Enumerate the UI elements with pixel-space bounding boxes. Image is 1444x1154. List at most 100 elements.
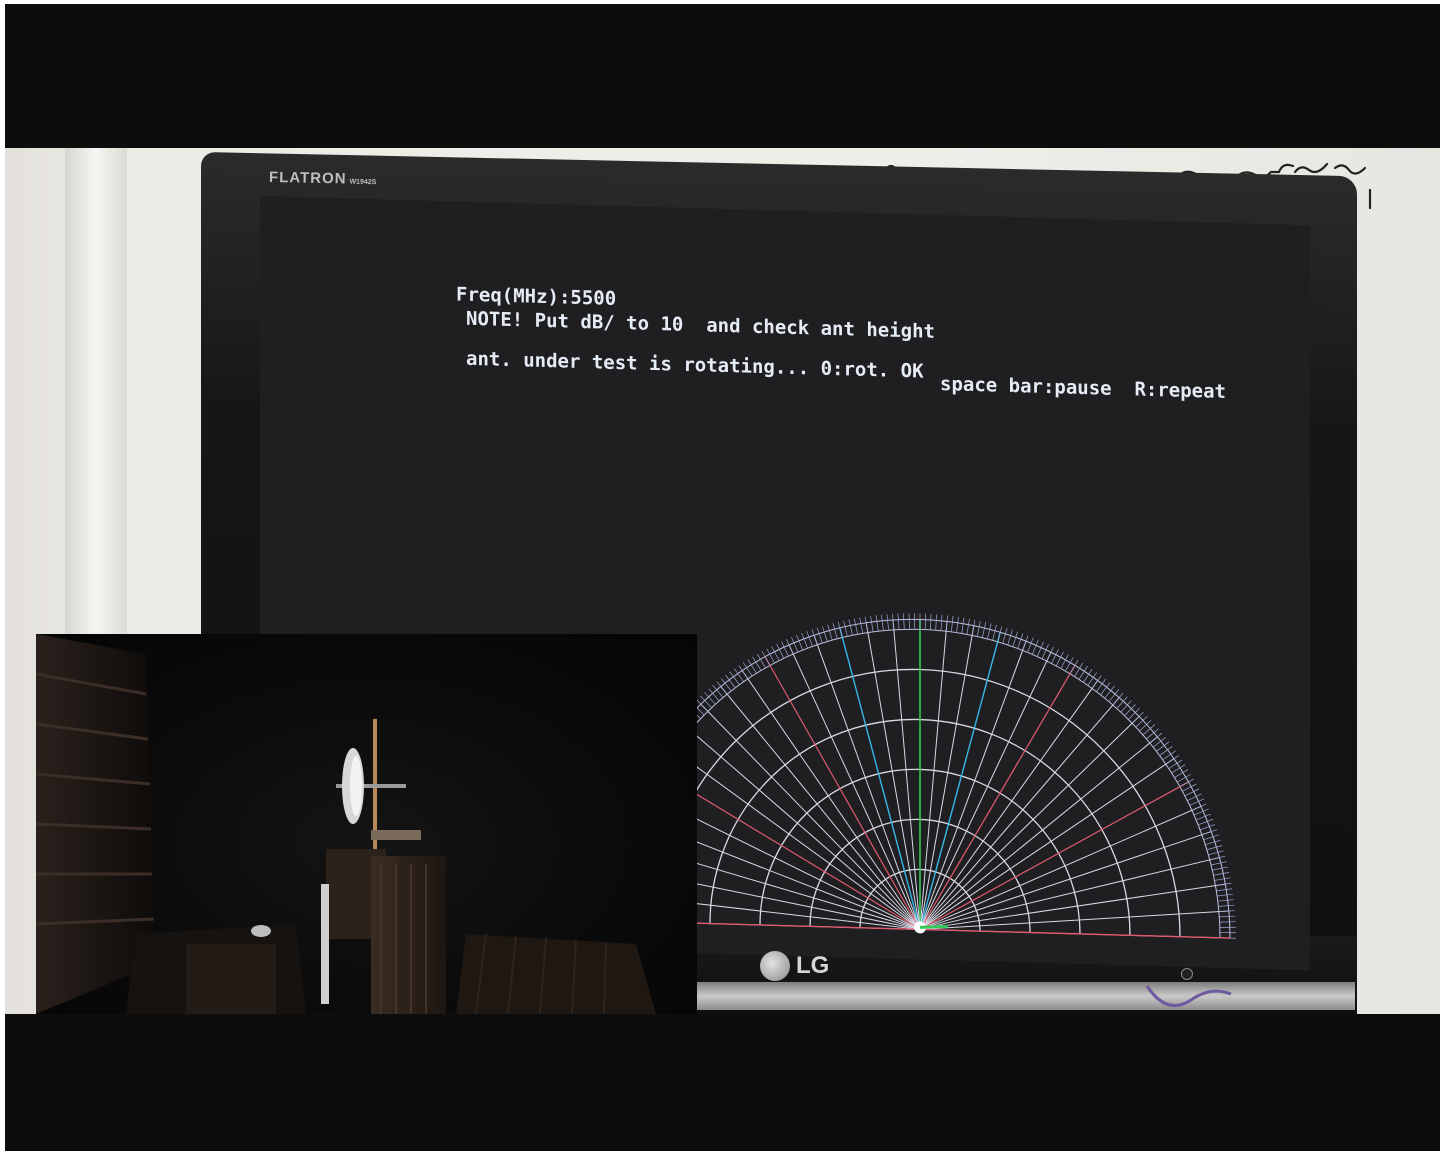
polar-grid-tick bbox=[761, 651, 771, 666]
polar-grid-tick bbox=[1051, 649, 1059, 664]
polar-grid-tick bbox=[903, 613, 905, 630]
polar-grid-tick bbox=[1012, 631, 1018, 647]
polar-grid-tick bbox=[1032, 639, 1039, 655]
polar-grid-spoke bbox=[682, 723, 921, 930]
polar-grid-tick bbox=[776, 643, 785, 659]
polar-grid-tick bbox=[796, 634, 804, 651]
polar-grid-tick bbox=[908, 613, 910, 630]
polar-grid-tick bbox=[1193, 808, 1209, 816]
polar-grid-tick bbox=[1189, 798, 1205, 806]
polar-grid-tick bbox=[1216, 888, 1233, 892]
polar-grid-tick bbox=[786, 639, 794, 655]
polar-grid-spoke bbox=[665, 744, 921, 930]
lg-logo: LG bbox=[760, 948, 829, 984]
polar-grid-tick bbox=[881, 614, 884, 631]
polar-grid-tick bbox=[1206, 845, 1223, 851]
polar-grid-tick bbox=[1191, 803, 1207, 811]
polar-grid-tick bbox=[843, 620, 848, 637]
polar-grid-spoke bbox=[919, 697, 1120, 930]
polar-grid-tick bbox=[696, 699, 709, 712]
polar-grid-tick bbox=[781, 641, 789, 657]
polar-grid-spoke bbox=[788, 644, 921, 930]
polar-grid-spoke bbox=[865, 622, 921, 930]
polar-grid-tick bbox=[1215, 882, 1232, 886]
polar-trace-start bbox=[919, 924, 949, 929]
polar-grid-tick bbox=[1017, 633, 1024, 649]
polar-grid-tick bbox=[1218, 910, 1235, 912]
power-button[interactable] bbox=[1181, 968, 1193, 980]
polar-grid-tick bbox=[837, 621, 843, 638]
monitor-base-rim bbox=[695, 982, 1355, 1010]
polar-grid-tick bbox=[859, 617, 864, 634]
brand-flatron-text: FLATRON bbox=[268, 168, 347, 188]
polar-grid-tick bbox=[1219, 926, 1236, 928]
polar-grid-tick bbox=[1179, 778, 1194, 788]
polar-grid-tick bbox=[1214, 877, 1231, 881]
polar-grid-tick bbox=[992, 624, 997, 641]
polar-grid-tick bbox=[997, 626, 1003, 642]
polar-grid-tick bbox=[853, 618, 858, 635]
polar-grid-tick bbox=[897, 613, 900, 630]
inset-video-antenna bbox=[36, 634, 697, 1014]
lg-logo-text: LG bbox=[796, 952, 830, 979]
polar-grid-tick bbox=[822, 626, 828, 642]
monitor-brand-label: FLATRON W1942S bbox=[269, 169, 377, 188]
polar-grid-spoke bbox=[919, 621, 948, 930]
polar-grid-tick bbox=[886, 614, 889, 631]
polar-grid-tick bbox=[1002, 628, 1008, 644]
polar-grid-tick bbox=[1184, 788, 1200, 797]
polar-grid-tick bbox=[1212, 866, 1228, 871]
polar-grid-tick bbox=[801, 633, 808, 649]
polar-grid-spoke bbox=[919, 805, 1202, 930]
polar-grid-tick bbox=[1201, 829, 1218, 836]
polar-grid-tick bbox=[930, 613, 932, 630]
polar-grid-tick bbox=[1219, 932, 1236, 934]
polar-grid-tick bbox=[1196, 813, 1212, 821]
polar-grid-tick bbox=[1187, 793, 1202, 802]
video-frame: FLATRON W1942S Freq(MHz):5500 NOTE! Put d… bbox=[5, 4, 1440, 1151]
polar-grid-tick bbox=[971, 619, 976, 636]
polar-grid-tick bbox=[956, 616, 959, 633]
polar-grid-tick bbox=[951, 616, 954, 633]
polar-grid-tick bbox=[1203, 834, 1219, 841]
polar-grid-tick bbox=[1041, 644, 1049, 659]
polar-grid-tick bbox=[811, 629, 818, 645]
polar-grid-tick bbox=[1027, 637, 1034, 653]
polar-grid-tick bbox=[864, 616, 869, 633]
brand-model-text: W1942S bbox=[349, 178, 377, 187]
polar-grid-tick bbox=[1209, 855, 1226, 861]
polar-grid-tick bbox=[832, 623, 838, 639]
polar-grid-tick bbox=[1208, 850, 1224, 856]
polar-grid-tick bbox=[806, 631, 813, 647]
polar-grid-tick bbox=[987, 623, 992, 640]
polar-grid-tick bbox=[1022, 635, 1029, 651]
polar-grid-tick bbox=[1213, 872, 1230, 876]
polar-grid-tick bbox=[1007, 629, 1013, 646]
cable bbox=[1145, 985, 1232, 1008]
polar-grid-tick bbox=[1205, 839, 1221, 846]
polar-grid-tick bbox=[791, 637, 799, 653]
polar-grid-spoke bbox=[919, 651, 1052, 930]
polar-grid-tick bbox=[771, 646, 780, 661]
polar-grid-tick bbox=[827, 624, 833, 641]
polar-grid-tick bbox=[1046, 646, 1054, 662]
polar-grid-tick bbox=[848, 619, 853, 636]
polar-grid-tick bbox=[816, 627, 823, 644]
polar-grid-spoke bbox=[919, 640, 1027, 930]
polar-grid-tick bbox=[1211, 861, 1227, 866]
polar-grid-tick bbox=[1219, 915, 1236, 918]
polar-grid-tick bbox=[1217, 899, 1234, 902]
polar-grid-tick bbox=[1218, 904, 1235, 907]
polar-grid-spoke bbox=[764, 656, 921, 930]
polar-grid-tick bbox=[966, 618, 970, 635]
polar-grid-tick bbox=[1198, 818, 1214, 826]
antenna-chamber-illustration bbox=[36, 634, 656, 1014]
polar-grid-tick bbox=[1060, 654, 1069, 669]
polar-grid-tick bbox=[1219, 921, 1236, 923]
polar-grid-spoke bbox=[919, 680, 1099, 930]
polar-grid-tick bbox=[976, 620, 981, 637]
polar-grid-spoke bbox=[741, 670, 921, 930]
polar-grid-tick bbox=[982, 622, 987, 638]
polar-grid-spoke bbox=[892, 619, 921, 930]
polar-grid-spoke bbox=[720, 686, 921, 930]
